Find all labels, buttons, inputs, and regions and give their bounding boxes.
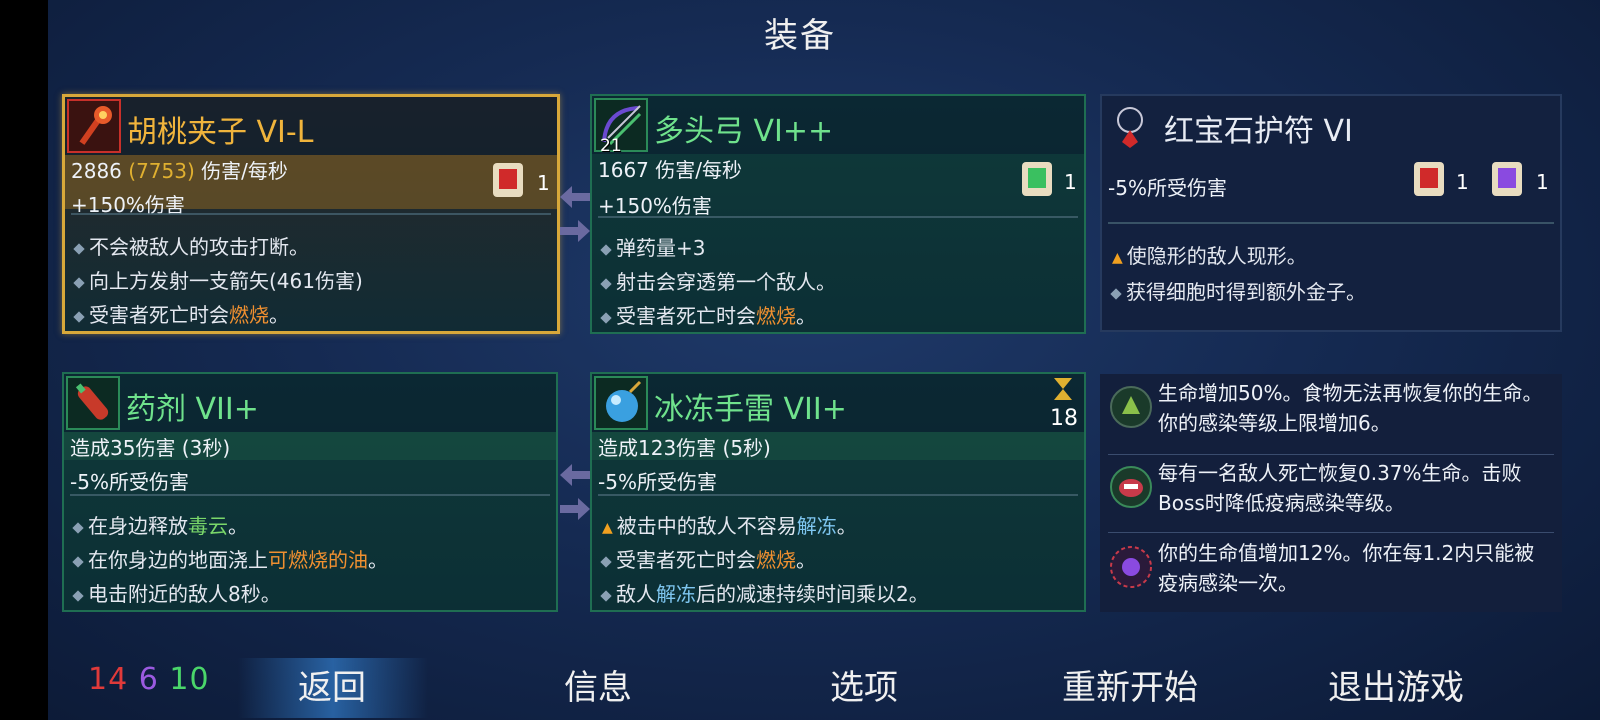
info-button[interactable]: 信息 [564, 660, 632, 709]
bow-icon: 21 [594, 98, 648, 156]
divider [70, 494, 550, 496]
skill-name: 冰冻手雷 VII+ [654, 392, 847, 427]
ice-grenade-icon [594, 376, 648, 430]
effect-3: 受害者死亡时会燃烧。 [600, 300, 816, 329]
dps-unit: 伤害/每秒 [201, 159, 288, 183]
mutation-2[interactable]: 每有一名敌人死亡恢复0.37%生命。击败Boss时降低疫病感染等级。 [1100, 454, 1562, 532]
skill-card-2[interactable]: 冰冻手雷 VII+ 造成123伤害 (5秒) -5%所受伤害 ▲ 被击中的敌人不容… [590, 372, 1086, 612]
scroll-count-purple: 1 [1536, 170, 1549, 194]
weapon-name: 多头弓 VI++ [654, 114, 834, 149]
bonus-damage: +150%伤害 [598, 194, 712, 218]
quit-button[interactable]: 退出游戏 [1328, 660, 1464, 709]
weapon-name: 胡桃夹子 VI-L [127, 115, 314, 150]
skill-damage: 造成35伤害 (3秒) [70, 436, 231, 460]
swap-arrow-right-icon[interactable] [560, 220, 590, 242]
ruby-amulet-icon [1104, 98, 1158, 152]
brutality-scroll-icon [1414, 162, 1444, 196]
effect-2: 获得细胞时得到额外金子。 [1110, 276, 1366, 305]
effect-2: 受害者死亡时会燃烧。 [600, 544, 816, 573]
tactics-stat: 6 [138, 662, 159, 697]
effect-1: ▲ 被击中的敌人不容易解冻。 [602, 514, 857, 538]
potion-icon [66, 376, 120, 430]
effect-3: 电击附近的敌人8秒。 [72, 578, 281, 607]
divider [1108, 222, 1554, 224]
screen-edge [0, 0, 48, 720]
dps-line: 1667 伤害/每秒 [598, 154, 742, 183]
swap-arrow-left-icon[interactable] [560, 464, 590, 486]
hourglass-icon [1054, 378, 1072, 400]
swap-arrow-right-icon[interactable] [560, 498, 590, 520]
mutation-text: 你的生命值增加12%。你在每1.2内只能被疫病感染一次。 [1158, 541, 1535, 595]
divider [1108, 532, 1554, 533]
effect-2: 射击会穿透第一个敌人。 [600, 266, 836, 295]
skill-name: 药剂 VII+ [126, 392, 259, 427]
options-button[interactable]: 选项 [830, 660, 898, 709]
dps-base: 2886 [71, 159, 122, 183]
effect-1: 在身边释放毒云。 [72, 510, 248, 539]
dps-unit: 伤害/每秒 [655, 158, 743, 182]
effect-3: 敌人解冻后的减速持续时间乘以2。 [600, 578, 929, 607]
mutation-vampire-icon [1110, 466, 1152, 508]
bottom-menu-bar: 14 6 10 返回 信息 选项 重新开始 退出游戏 [48, 656, 1600, 720]
divider [71, 213, 551, 215]
brutality-scroll-icon [493, 163, 523, 197]
back-button[interactable]: 返回 [298, 660, 366, 709]
amulet-stat: -5%所受伤害 [1108, 176, 1227, 200]
divider [598, 216, 1078, 218]
amulet-card[interactable]: 红宝石护符 VI -5%所受伤害 1 1 ▲ 使隐形的敌人现形。 获得细胞时得到额… [1100, 94, 1562, 332]
mutation-1[interactable]: 生命增加50%。食物无法再恢复你的生命。你的感染等级上限增加6。 [1100, 374, 1562, 452]
weapon-card-2[interactable]: 21 多头弓 VI++ 1667 伤害/每秒 +150%伤害 1 弹药量+3 射… [590, 94, 1086, 334]
bow-ammo-count: 21 [600, 136, 622, 156]
nutcracker-icon [67, 99, 121, 153]
scroll-count-red: 1 [1456, 170, 1469, 194]
survival-stat: 10 [169, 662, 210, 697]
effect-1: 弹药量+3 [600, 232, 705, 261]
scroll-count: 1 [1064, 170, 1077, 194]
skill-defense: -5%所受伤害 [70, 470, 189, 494]
mutation-text: 生命增加50%。食物无法再恢复你的生命。你的感染等级上限增加6。 [1158, 381, 1543, 435]
effect-2: 向上方发射一支箭矢(461伤害) [73, 265, 363, 294]
effect-3: 受害者死亡时会燃烧。 [73, 299, 289, 328]
swap-arrow-left-icon[interactable] [560, 186, 590, 208]
survival-scroll-icon [1022, 162, 1052, 196]
tactics-scroll-icon [1492, 162, 1522, 196]
mutations-panel: 生命增加50%。食物无法再恢复你的生命。你的感染等级上限增加6。 每有一名敌人死… [1100, 374, 1562, 612]
restart-button[interactable]: 重新开始 [1062, 660, 1198, 709]
weapon-card-1[interactable]: 胡桃夹子 VI-L 2886 (7753) 伤害/每秒 +150%伤害 1 不会… [62, 94, 560, 334]
skill-card-1[interactable]: 药剂 VII+ 造成35伤害 (3秒) -5%所受伤害 在身边释放毒云。 在你身… [62, 372, 558, 612]
dps-crit: (7753) [128, 159, 195, 183]
effect-1: 不会被敌人的攻击打断。 [73, 231, 309, 260]
skill-defense: -5%所受伤害 [598, 470, 717, 494]
scroll-count: 1 [537, 171, 550, 195]
skill-damage: 造成123伤害 (5秒) [598, 436, 771, 460]
dps-line: 2886 (7753) 伤害/每秒 [71, 155, 288, 184]
brutality-stat: 14 [88, 662, 129, 697]
amulet-name: 红宝石护符 VI [1164, 114, 1353, 149]
effect-2: 在你身边的地面浇上可燃烧的油。 [72, 544, 388, 573]
cooldown-timer: 18 [1050, 406, 1078, 431]
mutation-plague-icon [1110, 546, 1152, 588]
effect-1: ▲ 使隐形的敌人现形。 [1112, 244, 1307, 268]
mutation-3[interactable]: 你的生命值增加12%。你在每1.2内只能被疫病感染一次。 [1100, 534, 1562, 612]
page-title: 装备 [764, 16, 836, 56]
mutation-vitality-icon [1110, 386, 1152, 428]
scroll-stats: 14 6 10 [88, 662, 210, 697]
mutation-text: 每有一名敌人死亡恢复0.37%生命。击败Boss时降低疫病感染等级。 [1158, 461, 1522, 515]
dps-base: 1667 [598, 158, 649, 182]
divider [598, 494, 1078, 496]
